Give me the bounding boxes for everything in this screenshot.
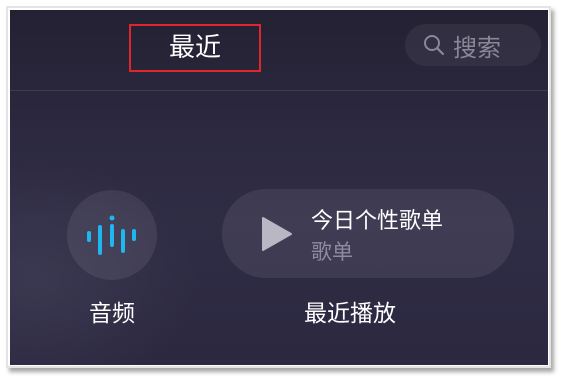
playlist-name: 今日个性歌单 <box>311 209 444 234</box>
playlist-type: 歌单 <box>311 240 353 264</box>
audio-waveform-icon <box>87 215 136 255</box>
header-divider <box>10 90 548 91</box>
page-title: 最近 <box>129 24 261 72</box>
daily-playlist-card[interactable]: 今日个性歌单 歌单 <box>222 189 514 278</box>
play-icon <box>262 217 292 251</box>
recent-page: 最近 搜索 音频 今日个性歌单 歌单 最近播放 <box>10 10 548 365</box>
audio-button[interactable] <box>67 190 157 280</box>
search-icon <box>423 34 445 56</box>
recent-play-label: 最近播放 <box>304 301 396 327</box>
screenshot-frame: 最近 搜索 音频 今日个性歌单 歌单 最近播放 <box>6 6 551 368</box>
search-button[interactable]: 搜索 <box>405 24 541 66</box>
audio-label: 音频 <box>89 301 135 327</box>
search-label: 搜索 <box>453 33 501 62</box>
